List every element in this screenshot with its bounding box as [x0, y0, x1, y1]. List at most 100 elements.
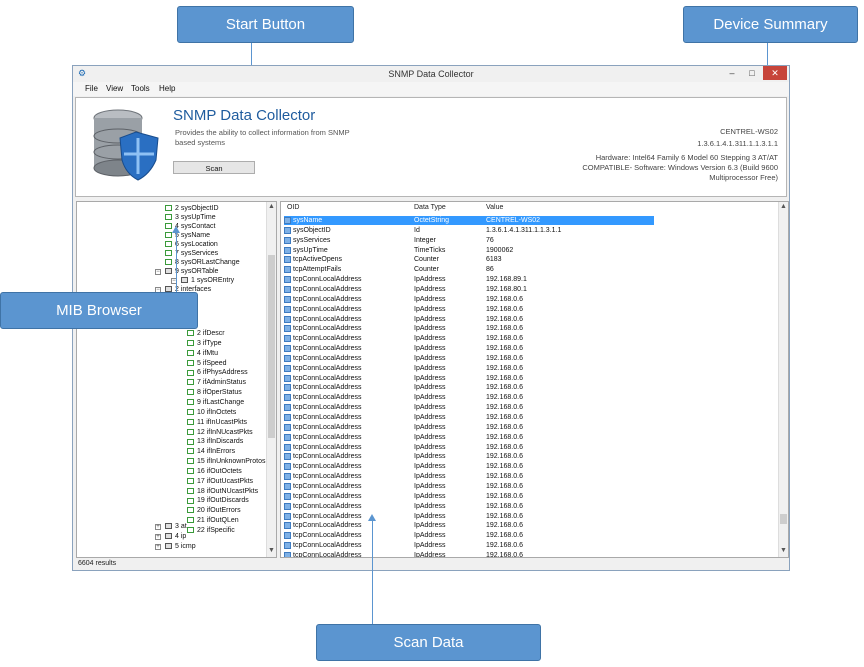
grid-scrollbar-thumb[interactable] [780, 514, 787, 524]
table-row[interactable]: tcpConnLocalAddress IpAddress 192.168.0.6 [284, 324, 654, 333]
table-row[interactable]: tcpConnLocalAddress IpAddress 192.168.0.6 [284, 443, 654, 452]
tree-scrollbar-thumb[interactable] [268, 255, 275, 438]
grid-scrollbar[interactable]: ▲ ▼ [778, 202, 788, 557]
tree-node[interactable]: 20 ifOutErrors [187, 506, 241, 515]
table-row[interactable]: tcpConnLocalAddress IpAddress 192.168.0.6 [284, 344, 654, 353]
table-row[interactable]: tcpConnLocalAddress IpAddress 192.168.0.6 [284, 315, 654, 324]
table-row[interactable]: tcpConnLocalAddress IpAddress 192.168.0.6 [284, 383, 654, 392]
table-row[interactable]: tcpConnLocalAddress IpAddress 192.168.0.6 [284, 433, 654, 442]
table-row[interactable]: tcpConnLocalAddress IpAddress 192.168.0.6 [284, 502, 654, 511]
scan-button[interactable]: Scan [173, 161, 255, 174]
tree-node[interactable]: 5 ifSpeed [187, 359, 227, 368]
tree-node[interactable]: 9 sysORTable [165, 267, 218, 276]
oid-cell: tcpConnLocalAddress [293, 394, 362, 402]
table-row[interactable]: tcpConnLocalAddress IpAddress 192.168.80.1 [284, 285, 654, 294]
column-header-oid[interactable]: OID [287, 204, 299, 211]
tree-node[interactable]: 2 sysObjectID [165, 204, 219, 213]
column-header-data-type[interactable]: Data Type [414, 204, 446, 211]
maximize-button[interactable]: □ [745, 66, 759, 80]
table-row[interactable]: tcpConnLocalAddress IpAddress 192.168.0.6 [284, 452, 654, 461]
data-type-cell: IpAddress [414, 315, 446, 323]
leaf-node-icon [187, 389, 194, 396]
tree-node[interactable]: 2 ifDescr [187, 329, 225, 338]
table-row[interactable]: sysServices Integer 76 [284, 236, 654, 245]
table-row[interactable]: tcpConnLocalAddress IpAddress 192.168.0.6 [284, 305, 654, 314]
column-header-value[interactable]: Value [486, 204, 503, 211]
tree-node[interactable]: 3 ifType [187, 339, 222, 348]
tree-node[interactable]: 13 ifInDiscards [187, 437, 243, 446]
table-row[interactable]: tcpConnLocalAddress IpAddress 192.168.0.6 [284, 354, 654, 363]
table-row[interactable]: tcpConnLocalAddress IpAddress 192.168.0.6 [284, 295, 654, 304]
menu-help[interactable]: Help [159, 84, 175, 93]
tree-node[interactable]: 9 ifLastChange [187, 398, 244, 407]
tree-expander-icon[interactable]: + [155, 523, 161, 530]
tree-node[interactable]: 18 ifOutNUcastPkts [187, 487, 258, 496]
tree-node[interactable]: 14 ifInErrors [187, 447, 235, 456]
data-type-cell: IpAddress [414, 394, 446, 402]
tree-node[interactable]: 17 ifOutUcastPkts [187, 477, 253, 486]
scroll-up-icon[interactable]: ▲ [268, 203, 275, 210]
table-row[interactable]: tcpConnLocalAddress IpAddress 192.168.0.6 [284, 512, 654, 521]
tree-node[interactable]: 3 sysUpTime [165, 213, 216, 222]
tree-expander-icon[interactable]: + [155, 533, 161, 540]
tree-node-label: 5 icmp [175, 543, 196, 550]
table-row[interactable]: tcpConnLocalAddress IpAddress 192.168.0.6 [284, 423, 654, 432]
table-node-icon [165, 543, 172, 550]
tree-node[interactable]: 19 ifOutDiscards [187, 496, 249, 505]
tree-node[interactable]: 10 ifInOctets [187, 408, 236, 417]
table-row[interactable]: tcpConnLocalAddress IpAddress 192.168.0.6 [284, 334, 654, 343]
scan-data-grid[interactable]: OID Data Type Value sysName OctetString CE… [280, 201, 789, 558]
oid-row-icon [284, 542, 291, 550]
scroll-down-icon[interactable]: ▼ [268, 547, 275, 554]
table-row[interactable]: tcpConnLocalAddress IpAddress 192.168.0.6 [284, 492, 654, 501]
table-row[interactable]: tcpConnLocalAddress IpAddress 192.168.0.6 [284, 403, 654, 412]
tree-node[interactable]: 6 sysLocation [165, 240, 218, 249]
tree-node[interactable]: 11 ifInUcastPkts [187, 418, 247, 427]
menu-tools[interactable]: Tools [131, 84, 150, 93]
table-row[interactable]: tcpConnLocalAddress IpAddress 192.168.0.6 [284, 551, 654, 558]
tree-expander-icon[interactable]: + [155, 543, 161, 550]
tree-node[interactable]: 1 sysOREntry [181, 276, 234, 285]
table-row[interactable]: sysObjectID Id 1.3.6.1.4.1.311.1.1.3.1.1 [284, 226, 654, 235]
table-row[interactable]: tcpConnLocalAddress IpAddress 192.168.0.6 [284, 374, 654, 383]
tree-node[interactable]: 21 ifOutQLen [187, 516, 239, 525]
grid-scroll-down-icon[interactable]: ▼ [780, 547, 787, 554]
minimize-button[interactable]: – [725, 66, 739, 80]
table-row[interactable]: tcpActiveOpens Counter 6183 [284, 255, 654, 264]
table-row[interactable]: tcpConnLocalAddress IpAddress 192.168.0.6 [284, 393, 654, 402]
menu-view[interactable]: View [106, 84, 123, 93]
table-row[interactable]: sysUpTime TimeTicks 1900062 [284, 246, 654, 255]
table-row[interactable]: tcpAttemptFails Counter 86 [284, 265, 654, 274]
tree-node[interactable]: 4 ifMtu [187, 349, 218, 358]
tree-node[interactable]: 5 icmp [165, 542, 196, 551]
tree-node[interactable]: 15 ifInUnknownProtos [187, 457, 265, 466]
table-row[interactable]: tcpConnLocalAddress IpAddress 192.168.89.1 [284, 275, 654, 284]
tree-node[interactable]: 16 ifOutOctets [187, 467, 242, 476]
tree-node[interactable]: 6 ifPhysAddress [187, 368, 248, 377]
tree-node[interactable]: 4 ip [165, 532, 186, 541]
tree-scrollbar[interactable]: ▲ ▼ [266, 202, 276, 557]
table-row[interactable]: tcpConnLocalAddress IpAddress 192.168.0.6 [284, 413, 654, 422]
device-oid: 1.3.6.1.4.1.311.1.1.3.1.1 [697, 139, 778, 148]
close-button[interactable]: ✕ [763, 66, 787, 80]
table-row[interactable]: tcpConnLocalAddress IpAddress 192.168.0.6 [284, 521, 654, 530]
table-row[interactable]: tcpConnLocalAddress IpAddress 192.168.0.6 [284, 531, 654, 540]
table-row[interactable]: tcpConnLocalAddress IpAddress 192.168.0.6 [284, 472, 654, 481]
device-name: CENTREL-WS02 [720, 127, 778, 136]
table-row[interactable]: sysName OctetString CENTREL-WS02 [284, 216, 654, 225]
tree-node[interactable]: 22 ifSpecific [187, 526, 235, 535]
table-row[interactable]: tcpConnLocalAddress IpAddress 192.168.0.6 [284, 482, 654, 491]
data-type-cell: IpAddress [414, 453, 446, 461]
table-row[interactable]: tcpConnLocalAddress IpAddress 192.168.0.6 [284, 364, 654, 373]
data-type-cell: IpAddress [414, 551, 446, 558]
table-row[interactable]: tcpConnLocalAddress IpAddress 192.168.0.6 [284, 541, 654, 550]
table-row[interactable]: tcpConnLocalAddress IpAddress 192.168.0.6 [284, 462, 654, 471]
tree-node[interactable]: 7 ifAdminStatus [187, 378, 246, 387]
tree-expander-icon[interactable]: − [155, 268, 161, 275]
menu-file[interactable]: File [85, 84, 98, 93]
tree-node[interactable]: 7 sysServices [165, 249, 218, 258]
grid-scroll-up-icon[interactable]: ▲ [780, 203, 787, 210]
tree-node[interactable]: 8 ifOperStatus [187, 388, 242, 397]
tree-node[interactable]: 3 at [165, 522, 187, 531]
tree-node[interactable]: 12 ifInNUcastPkts [187, 428, 253, 437]
